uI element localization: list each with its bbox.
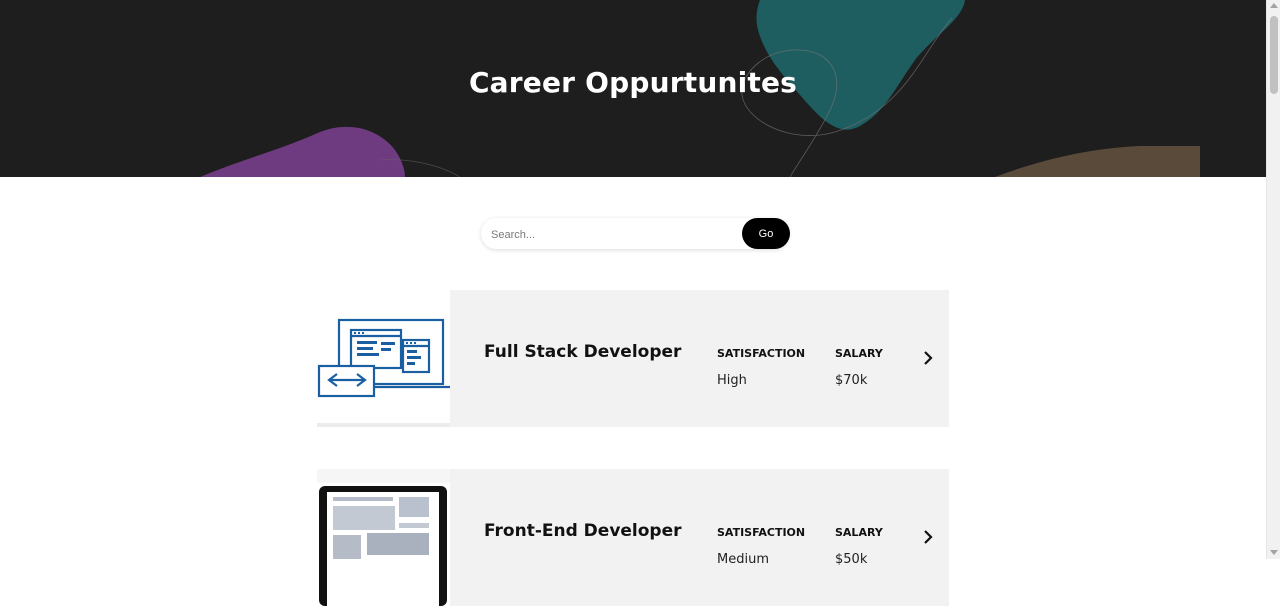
salary-value: $50k	[835, 552, 868, 567]
career-card-full-stack[interactable]: Full Stack Developer SATISFACTION High S…	[317, 290, 949, 427]
scrollbar-thumb[interactable]	[1270, 16, 1278, 94]
brown-blob	[995, 146, 1200, 177]
purple-blob	[200, 126, 405, 177]
teal-blob	[756, 0, 965, 130]
monitor-layout-icon	[317, 469, 450, 606]
scroll-down-icon[interactable]	[1270, 550, 1278, 555]
page-scrollbar[interactable]	[1266, 0, 1280, 559]
salary-label: SALARY	[835, 347, 883, 360]
career-image	[317, 469, 450, 606]
page-title: Career Oppurtunites	[468, 66, 798, 99]
satisfaction-label: SATISFACTION	[717, 526, 806, 539]
search-bar: Go	[481, 218, 790, 249]
go-button[interactable]: Go	[742, 218, 790, 249]
career-card-front-end[interactable]: Front-End Developer SATISFACTION Medium …	[317, 469, 949, 606]
career-image	[317, 290, 450, 427]
hero-banner: Career Oppurtunites	[0, 0, 1266, 177]
scroll-up-icon[interactable]	[1270, 3, 1278, 8]
chevron-right-icon[interactable]	[921, 350, 935, 366]
salary-value: $70k	[835, 373, 868, 388]
career-title: Front-End Developer	[484, 521, 682, 541]
satisfaction-value: High	[717, 373, 747, 388]
search-input[interactable]	[489, 224, 733, 245]
salary-label: SALARY	[835, 526, 883, 539]
satisfaction-value: Medium	[717, 552, 769, 567]
career-title: Full Stack Developer	[484, 342, 682, 362]
satisfaction-label: SATISFACTION	[717, 347, 806, 360]
chevron-right-icon[interactable]	[921, 529, 935, 545]
code-window-laptop-icon	[317, 318, 450, 398]
